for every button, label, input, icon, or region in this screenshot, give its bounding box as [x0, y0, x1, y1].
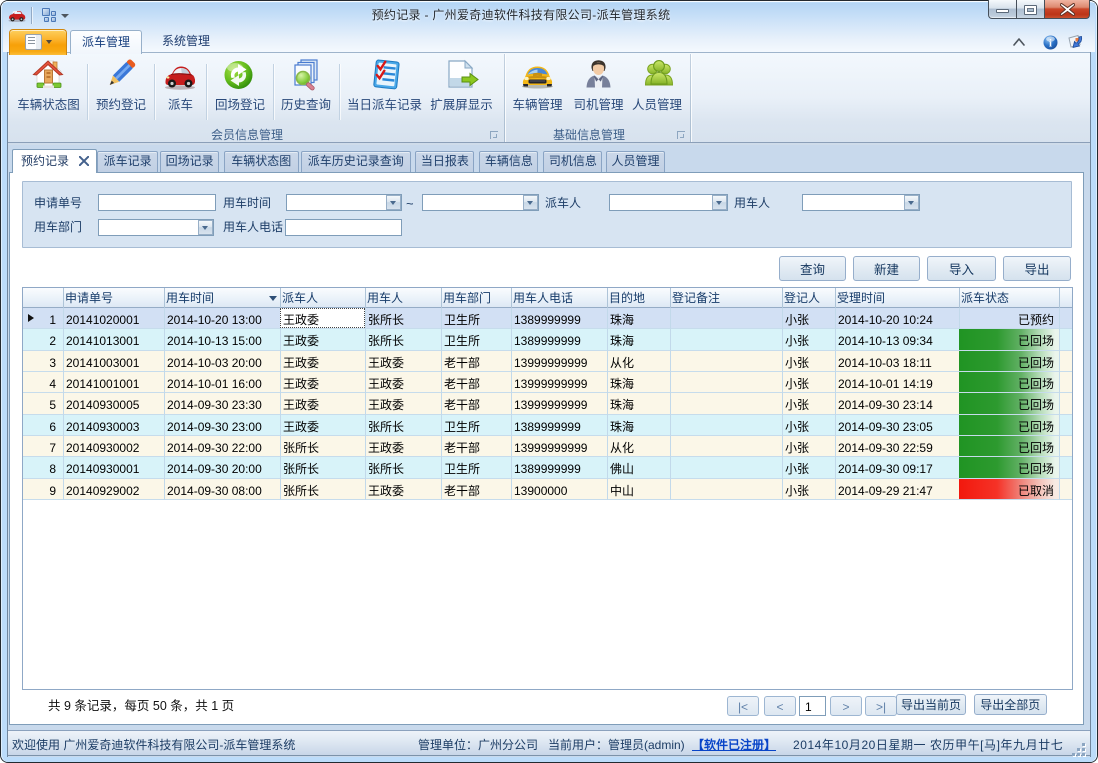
svg-text:i: i: [1049, 38, 1052, 49]
